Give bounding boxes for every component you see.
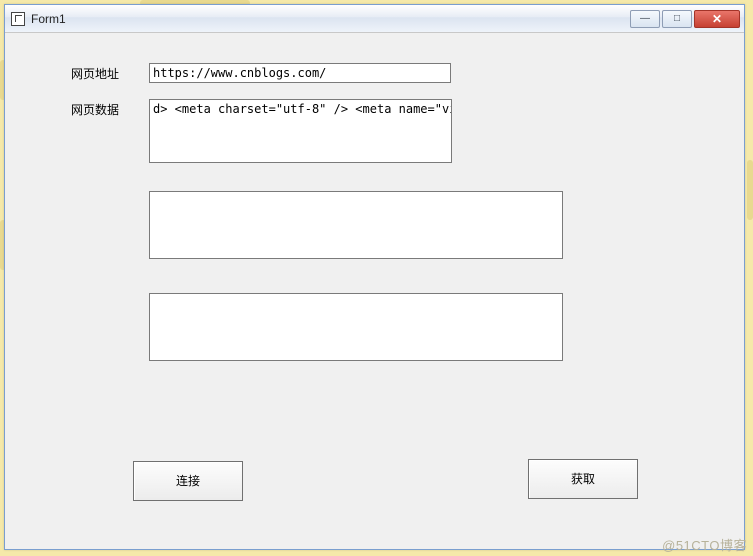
window-title: Form1 — [31, 12, 66, 26]
form-icon — [11, 12, 25, 26]
minimize-button[interactable]: — — [630, 10, 660, 28]
output-box-3[interactable] — [149, 293, 563, 361]
titlebar[interactable]: Form1 — □ ✕ — [5, 5, 744, 33]
client-area: 网页地址 网页数据 d> <meta charset="utf-8" /> <m… — [13, 41, 736, 541]
connect-button[interactable]: 连接 — [133, 461, 243, 501]
output-box-2[interactable] — [149, 191, 563, 259]
maximize-button[interactable]: □ — [662, 10, 692, 28]
data-label: 网页数据 — [71, 99, 149, 118]
url-label: 网页地址 — [71, 63, 149, 82]
fetch-button[interactable]: 获取 — [528, 459, 638, 499]
close-button[interactable]: ✕ — [694, 10, 740, 28]
form1-window: Form1 — □ ✕ 网页地址 网页数据 d> <meta charset="… — [4, 4, 745, 550]
data-output[interactable]: d> <meta charset="utf-8" /> <meta name="… — [149, 99, 452, 163]
watermark-text: @51CTO博客 — [662, 535, 747, 554]
url-input[interactable] — [149, 63, 451, 83]
caption-buttons: — □ ✕ — [630, 10, 740, 28]
